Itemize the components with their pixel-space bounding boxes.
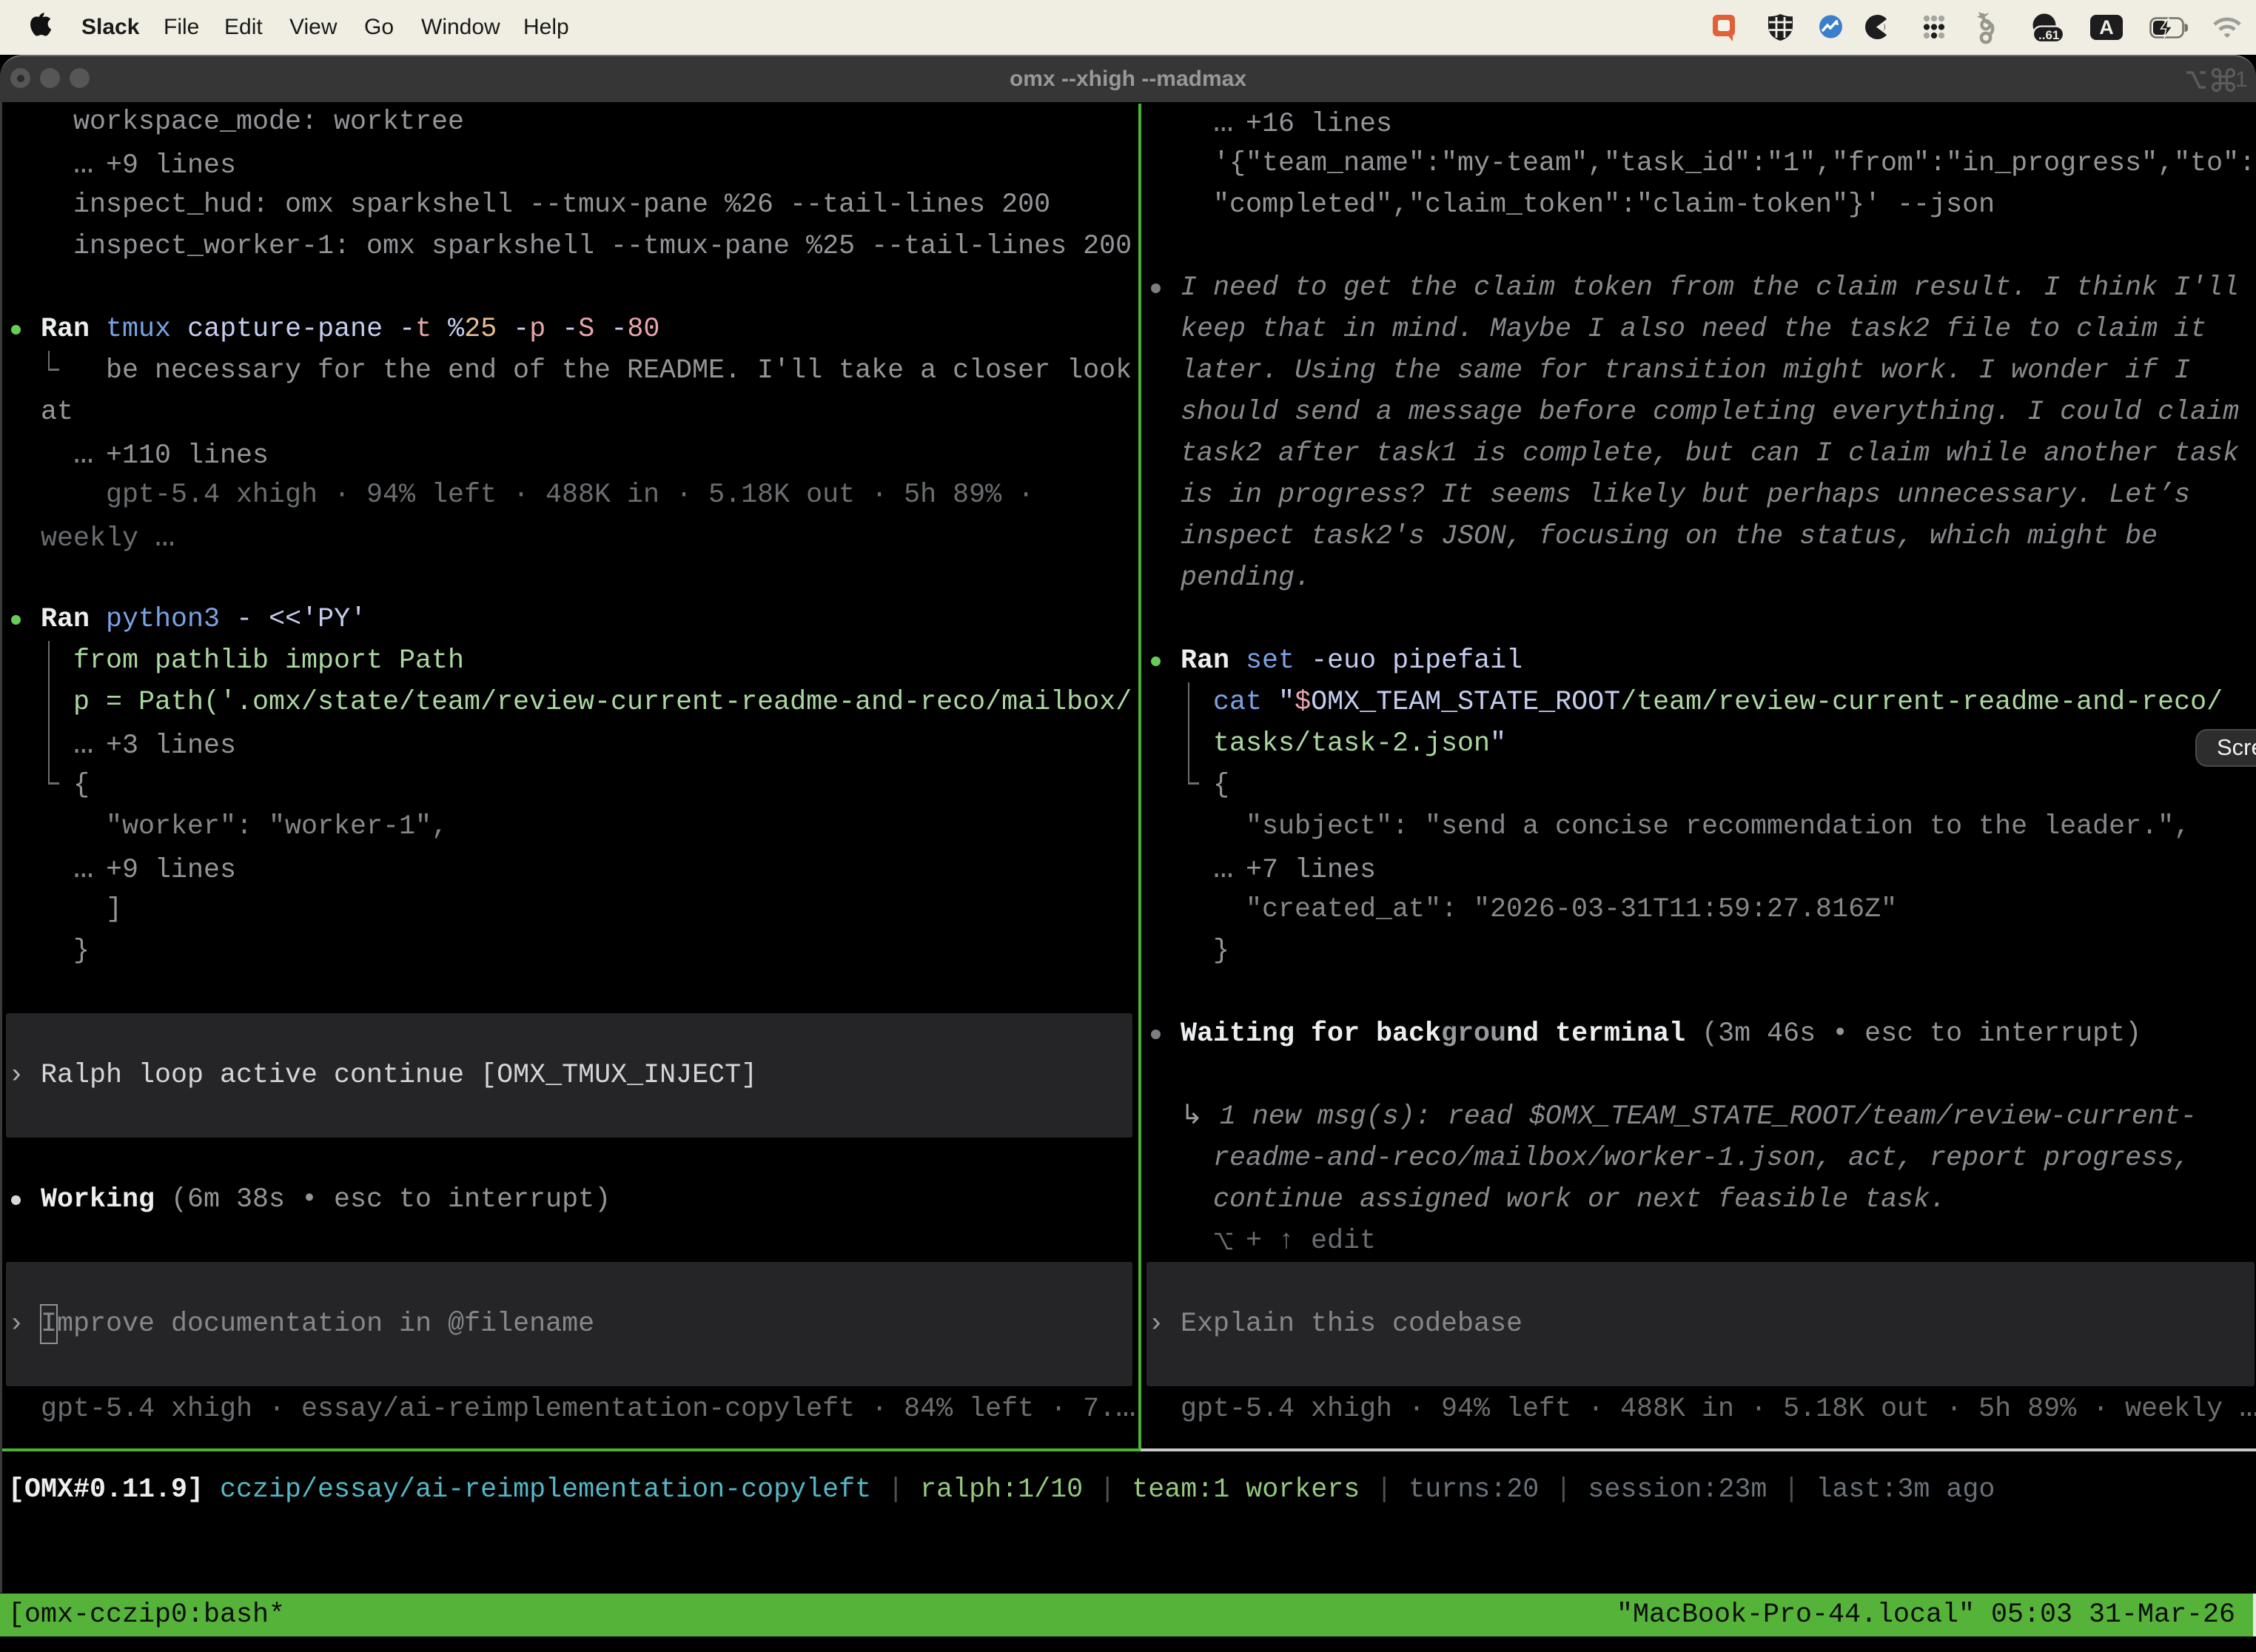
svg-text:..61: ..61: [2038, 28, 2059, 42]
